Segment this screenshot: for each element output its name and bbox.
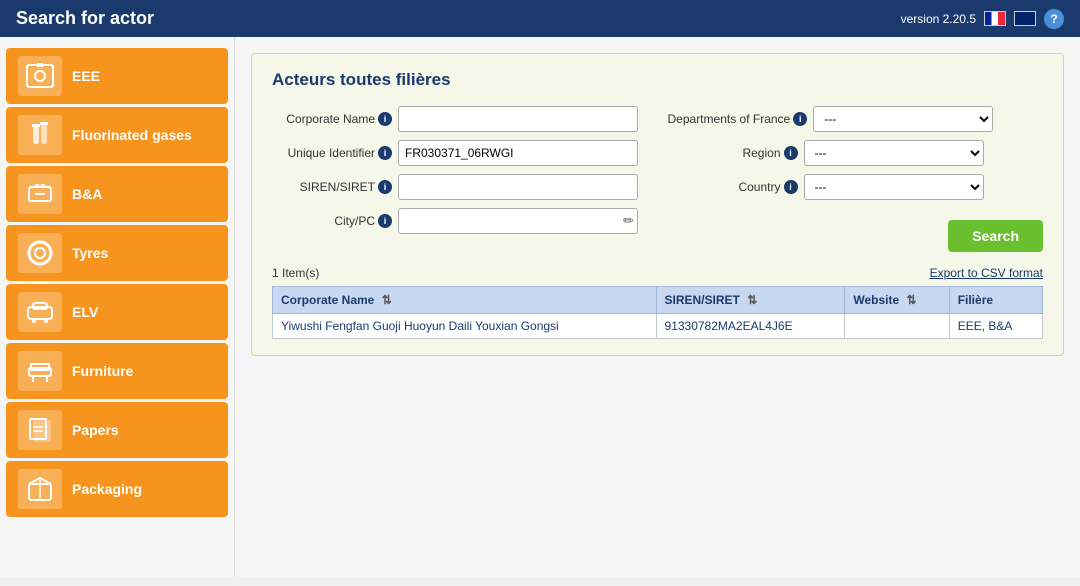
sidebar-item-bna[interactable]: B&A: [6, 166, 228, 222]
sidebar-label-packaging: Packaging: [72, 481, 216, 498]
sidebar-item-eee[interactable]: EEE: [6, 48, 228, 104]
siren-siret-input[interactable]: [398, 174, 638, 200]
corporate-name-label: Corporate Name i: [272, 112, 392, 126]
cell-corporate_name: Yiwushi Fengfan Guoji Huoyun Daili Youxi…: [273, 314, 657, 339]
city-pc-input[interactable]: [398, 208, 638, 234]
sidebar-label-papers: Papers: [72, 422, 216, 439]
cell-siren_siret: 91330782MA2EAL4J6E: [656, 314, 845, 339]
sort-siren-icon[interactable]: ⇅: [747, 293, 757, 307]
sidebar-item-tyres[interactable]: Tyres: [6, 225, 228, 281]
section-title: Acteurs toutes filières: [272, 70, 1043, 90]
sidebar-item-elv[interactable]: ELV: [6, 284, 228, 340]
cell-website: [845, 314, 949, 339]
city-pc-label: City/PC i: [272, 214, 392, 228]
siren-siret-info-icon[interactable]: i: [378, 180, 392, 194]
unique-identifier-row: Unique Identifier i: [272, 140, 648, 166]
region-select[interactable]: ---: [804, 140, 984, 166]
sort-corporate-name-icon[interactable]: ⇅: [382, 293, 392, 307]
unique-identifier-label: Unique Identifier i: [272, 146, 392, 160]
tyres-icon: [18, 233, 62, 273]
country-info-icon[interactable]: i: [784, 180, 798, 194]
corporate-name-row: Corporate Name i: [272, 106, 648, 132]
departments-row: Departments of France i ---: [668, 106, 1044, 132]
sidebar-item-papers[interactable]: Papers: [6, 402, 228, 458]
col-filiere[interactable]: Filière: [949, 287, 1042, 314]
elv-icon: [18, 292, 62, 332]
version-text: version 2.20.5: [901, 12, 976, 26]
bna-icon: [18, 174, 62, 214]
siren-siret-row: SIREN/SIRET i: [272, 174, 648, 200]
content-area: Acteurs toutes filières Corporate Name i: [235, 37, 1080, 577]
furniture-icon: [18, 351, 62, 391]
export-csv-link[interactable]: Export to CSV format: [930, 266, 1043, 280]
sidebar-label-elv: ELV: [72, 304, 216, 321]
eee-icon: [18, 56, 62, 96]
region-label: Region i: [668, 146, 798, 160]
fluorinated-gases-icon: [18, 115, 62, 155]
main-container: EEE Fluorinated gases B&A Tyres: [0, 37, 1080, 577]
city-pc-row: City/PC i ✏: [272, 208, 648, 234]
sidebar-label-fluorinated: Fluorinated gases: [72, 127, 216, 144]
page-title: Search for actor: [16, 8, 154, 29]
packaging-icon: [18, 469, 62, 509]
country-select[interactable]: ---: [804, 174, 984, 200]
col-corporate-name[interactable]: Corporate Name ⇅: [273, 287, 657, 314]
sidebar-label-furniture: Furniture: [72, 363, 216, 380]
results-count: 1 Item(s): [272, 266, 319, 280]
city-pc-input-wrapper: ✏: [398, 208, 638, 234]
unique-identifier-input[interactable]: [398, 140, 638, 166]
col-website[interactable]: Website ⇅: [845, 287, 949, 314]
flag-uk-icon[interactable]: [1014, 11, 1036, 26]
siren-siret-label: SIREN/SIRET i: [272, 180, 392, 194]
sidebar: EEE Fluorinated gases B&A Tyres: [0, 37, 235, 577]
pencil-icon[interactable]: ✏: [623, 213, 634, 229]
results-header: 1 Item(s) Export to CSV format: [272, 266, 1043, 280]
search-btn-row: Search: [668, 220, 1044, 252]
sidebar-item-packaging[interactable]: Packaging: [6, 461, 228, 517]
col-siren-siret[interactable]: SIREN/SIRET ⇅: [656, 287, 845, 314]
help-icon[interactable]: ?: [1044, 9, 1064, 29]
region-info-icon[interactable]: i: [784, 146, 798, 160]
sidebar-item-furniture[interactable]: Furniture: [6, 343, 228, 399]
corporate-name-info-icon[interactable]: i: [378, 112, 392, 126]
unique-identifier-info-icon[interactable]: i: [378, 146, 392, 160]
app-header: Search for actor version 2.20.5 ?: [0, 0, 1080, 37]
country-label: Country i: [668, 180, 798, 194]
table-header-row: Corporate Name ⇅ SIREN/SIRET ⇅ Website ⇅: [273, 287, 1043, 314]
form-left-column: Corporate Name i Unique Identifier i: [272, 106, 648, 252]
sidebar-item-fluorinated-gases[interactable]: Fluorinated gases: [6, 107, 228, 163]
departments-info-icon[interactable]: i: [793, 112, 807, 126]
table-row[interactable]: Yiwushi Fengfan Guoji Huoyun Daili Youxi…: [273, 314, 1043, 339]
papers-icon: [18, 410, 62, 450]
search-button[interactable]: Search: [948, 220, 1043, 252]
cell-filiere: EEE, B&A: [949, 314, 1042, 339]
sort-website-icon[interactable]: ⇅: [906, 293, 916, 307]
departments-select[interactable]: ---: [813, 106, 993, 132]
sidebar-label-bna: B&A: [72, 186, 216, 203]
content-box: Acteurs toutes filières Corporate Name i: [251, 53, 1064, 356]
region-row: Region i ---: [668, 140, 1044, 166]
country-row: Country i ---: [668, 174, 1044, 200]
flag-france-icon[interactable]: [984, 11, 1006, 26]
results-table: Corporate Name ⇅ SIREN/SIRET ⇅ Website ⇅: [272, 286, 1043, 339]
departments-label: Departments of France i: [668, 112, 808, 126]
corporate-name-input[interactable]: [398, 106, 638, 132]
city-pc-info-icon[interactable]: i: [378, 214, 392, 228]
header-right: version 2.20.5 ?: [901, 9, 1064, 29]
sidebar-label-tyres: Tyres: [72, 245, 216, 262]
search-form: Corporate Name i Unique Identifier i: [272, 106, 1043, 252]
sidebar-label-eee: EEE: [72, 68, 216, 85]
form-right-column: Departments of France i --- Region i: [668, 106, 1044, 252]
